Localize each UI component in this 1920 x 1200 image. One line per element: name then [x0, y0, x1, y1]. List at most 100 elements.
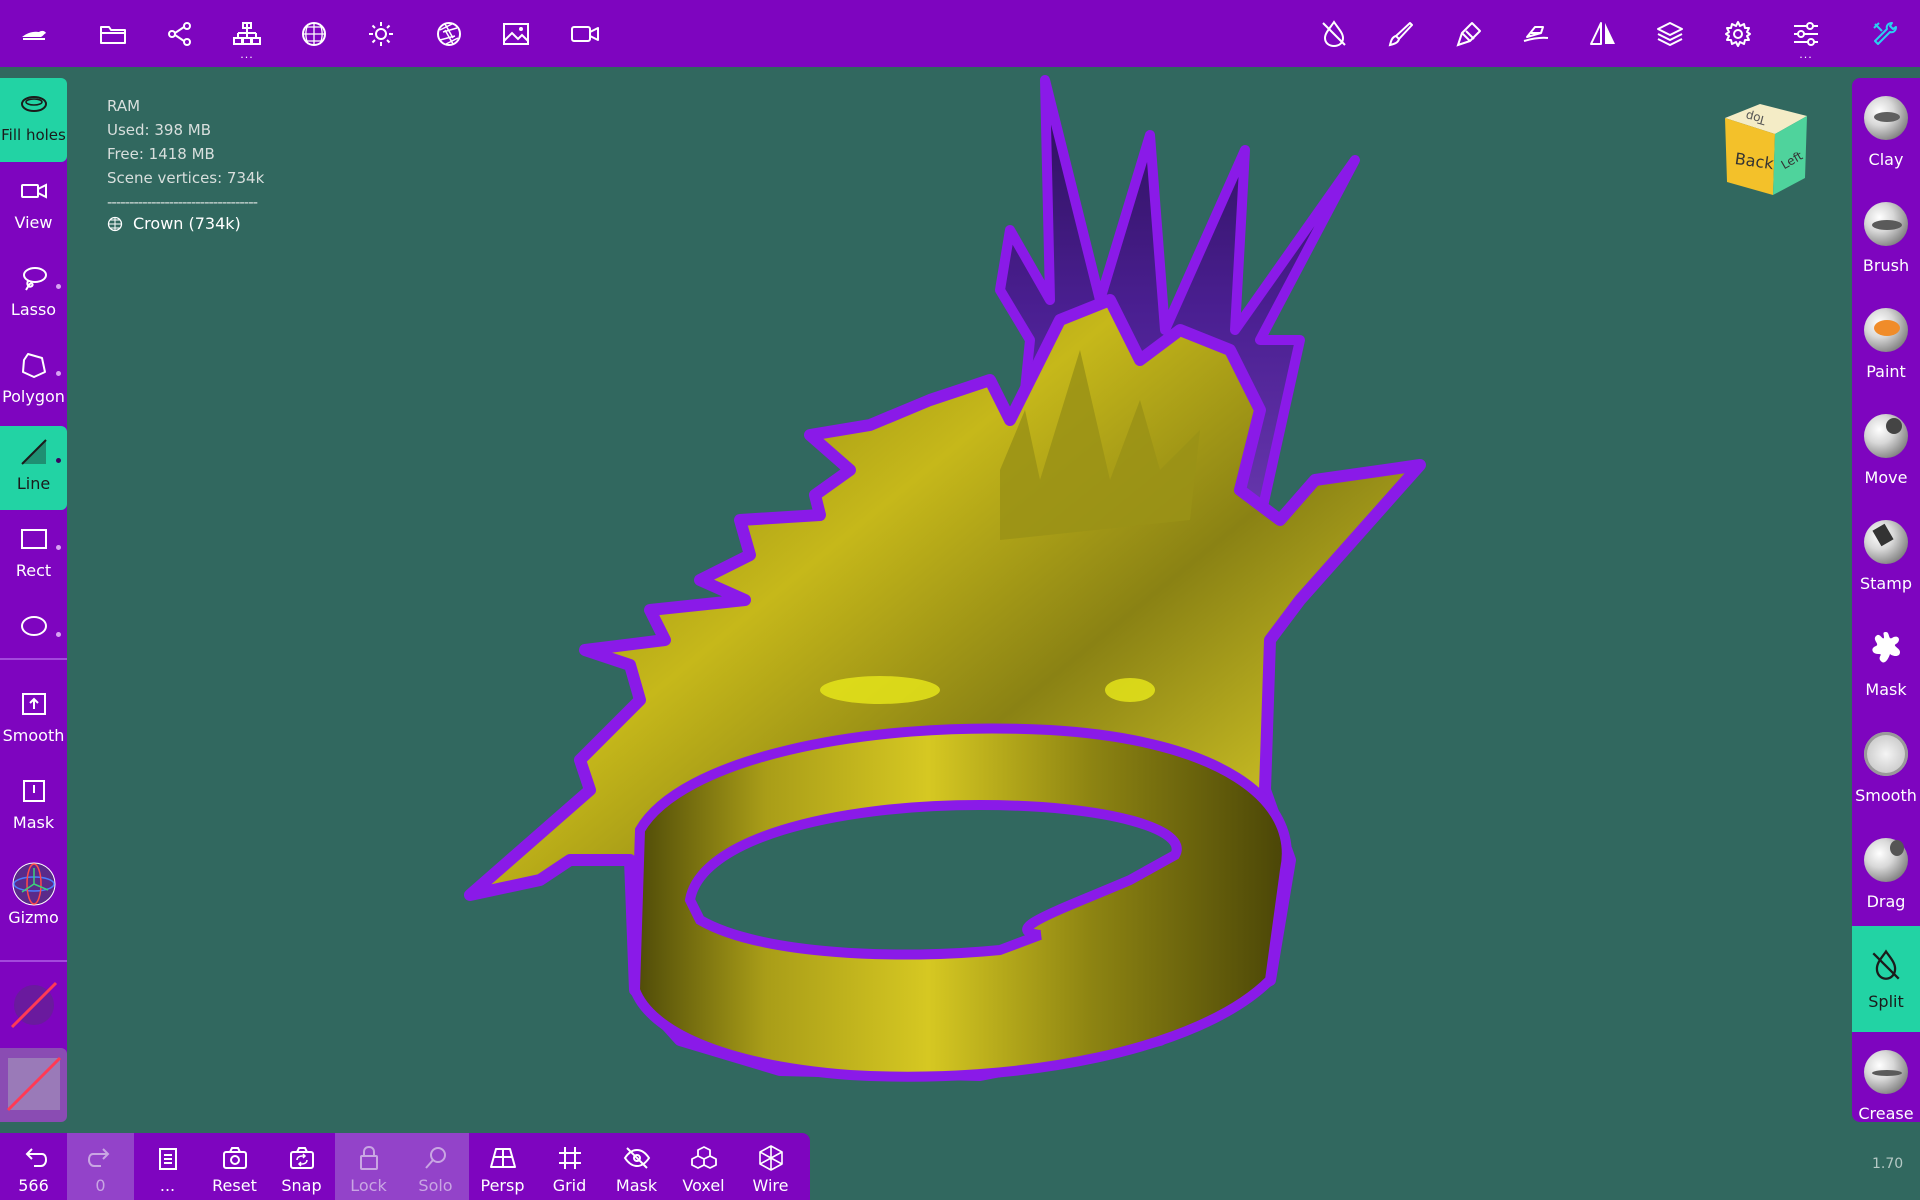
perspective-label: Persp — [480, 1176, 525, 1195]
brush-label: Move — [1864, 468, 1908, 487]
more-label: ... — [159, 1176, 176, 1195]
brush-smooth[interactable]: Smooth — [1852, 714, 1920, 820]
option-dot — [56, 632, 61, 637]
voxel-button[interactable]: Voxel — [670, 1133, 737, 1200]
brush-paint[interactable]: Paint — [1852, 290, 1920, 396]
tool-ellipse[interactable] — [0, 600, 67, 644]
voxel-icon — [689, 1143, 719, 1173]
tool-label: Lasso — [10, 300, 57, 319]
tool-smooth[interactable]: Smooth — [0, 678, 67, 762]
crease-sphere-icon — [1864, 1050, 1908, 1094]
tool-rect[interactable]: Rect — [0, 513, 67, 597]
brush-mask[interactable]: Mask — [1852, 608, 1920, 714]
tool-label: View — [14, 213, 53, 232]
camera-reset-button[interactable]: Reset — [201, 1133, 268, 1200]
tool-view[interactable]: View — [0, 165, 67, 249]
perspective-icon — [488, 1143, 518, 1173]
ram-title: RAM — [107, 97, 141, 115]
tool-polygon[interactable]: Polygon — [0, 339, 67, 423]
more-button[interactable]: ... — [134, 1133, 201, 1200]
aperture-icon[interactable] — [427, 12, 471, 56]
brush-label: Drag — [1866, 892, 1906, 911]
option-dot — [56, 458, 61, 463]
share-icon[interactable] — [158, 12, 202, 56]
tool-fill-holes[interactable]: Fill holes — [0, 78, 67, 162]
eye-slash-icon — [622, 1143, 652, 1173]
sphere-grid-icon[interactable] — [292, 12, 336, 56]
no-symmetry-icon[interactable] — [1312, 12, 1356, 56]
color-slot-disabled[interactable] — [0, 1048, 67, 1122]
sidebar-divider — [0, 658, 67, 660]
brush-label: Paint — [1866, 362, 1906, 381]
right-brush-sidebar: Clay Brush Paint Move Stamp Mask Smooth … — [1852, 78, 1920, 1122]
scene-object-item[interactable]: Crown (734k) — [107, 214, 241, 233]
ram-used: Used: 398 MB — [107, 121, 211, 139]
grid-button[interactable]: Grid — [536, 1133, 603, 1200]
lock-icon — [354, 1143, 384, 1173]
layers-icon[interactable] — [1648, 12, 1692, 56]
brush-sphere-icon — [1864, 202, 1908, 246]
folder-icon[interactable] — [91, 12, 135, 56]
mask-visibility-label: Mask — [615, 1176, 658, 1195]
brush-move[interactable]: Move — [1852, 396, 1920, 502]
option-dot — [56, 284, 61, 289]
brush-crease[interactable]: Crease — [1852, 1032, 1920, 1122]
brush-clay[interactable]: Clay — [1852, 78, 1920, 184]
video-camera-icon[interactable] — [563, 12, 607, 56]
ellipse-shape-icon — [16, 608, 52, 644]
tool-mask[interactable]: Mask — [0, 765, 67, 849]
crown-mesh[interactable] — [464, 75, 1426, 1082]
tool-line[interactable]: Line — [0, 426, 67, 510]
crown-highlight — [820, 676, 940, 704]
tool-label: Gizmo — [8, 908, 59, 927]
settings-icon[interactable] — [1716, 12, 1760, 56]
option-dot — [56, 545, 61, 550]
stroke-icon[interactable] — [1447, 12, 1491, 56]
app-logo-icon[interactable] — [12, 12, 56, 56]
app-version: 1.70 — [1872, 1156, 1904, 1172]
ram-free: Free: 1418 MB — [107, 145, 215, 163]
solo-label: Solo — [418, 1176, 453, 1195]
brush-drag[interactable]: Drag — [1852, 820, 1920, 926]
undo-icon — [19, 1143, 49, 1173]
paint-sphere-icon — [1864, 308, 1908, 352]
solo-button[interactable]: Solo — [402, 1133, 469, 1200]
tool-lasso[interactable]: Lasso — [0, 252, 67, 336]
redo-button[interactable]: 0 — [67, 1133, 134, 1200]
brush-icon[interactable] — [1379, 12, 1423, 56]
viewport-3d[interactable] — [380, 60, 1430, 1100]
brush-label: Clay — [1868, 150, 1904, 169]
undo-button[interactable]: 566 — [0, 1133, 67, 1200]
color-disabled-icon — [6, 1056, 61, 1112]
material-slot-disabled[interactable] — [0, 972, 67, 1038]
tool-gizmo[interactable]: Gizmo — [0, 852, 67, 942]
brush-label: Split — [1868, 992, 1904, 1011]
top-toolbar: ... ... — [0, 0, 1920, 67]
brush-label: Mask — [1865, 680, 1907, 699]
brush-stamp[interactable]: Stamp — [1852, 502, 1920, 608]
mirror-icon[interactable] — [1581, 12, 1625, 56]
image-icon[interactable] — [494, 12, 538, 56]
wrench-icon[interactable] — [1863, 12, 1907, 56]
brush-brush[interactable]: Brush — [1852, 184, 1920, 290]
tool-label: Fill holes — [1, 126, 66, 144]
light-icon[interactable] — [359, 12, 403, 56]
scene-tree-icon[interactable]: ... — [225, 12, 269, 60]
video-camera-icon — [16, 173, 52, 209]
perspective-button[interactable]: Persp — [469, 1133, 536, 1200]
wireframe-button[interactable]: Wire — [737, 1133, 804, 1200]
camera-snap-button[interactable]: Snap — [268, 1133, 335, 1200]
camera-reset-label: Reset — [212, 1176, 257, 1195]
brush-split[interactable]: Split — [1852, 926, 1920, 1032]
mask-visibility-button[interactable]: Mask — [603, 1133, 670, 1200]
gizmo-icon — [10, 860, 58, 908]
mask-icon — [16, 773, 52, 809]
navigation-cube[interactable]: Top Back Left — [1715, 100, 1815, 200]
smooth-sphere-icon — [1864, 732, 1908, 776]
redo-count: 0 — [95, 1176, 106, 1195]
more-dots: ... — [240, 48, 254, 61]
tool-label: Polygon — [2, 387, 65, 406]
tools-icon[interactable] — [1514, 12, 1558, 56]
lock-button[interactable]: Lock — [335, 1133, 402, 1200]
sliders-icon[interactable]: ... — [1784, 12, 1828, 60]
